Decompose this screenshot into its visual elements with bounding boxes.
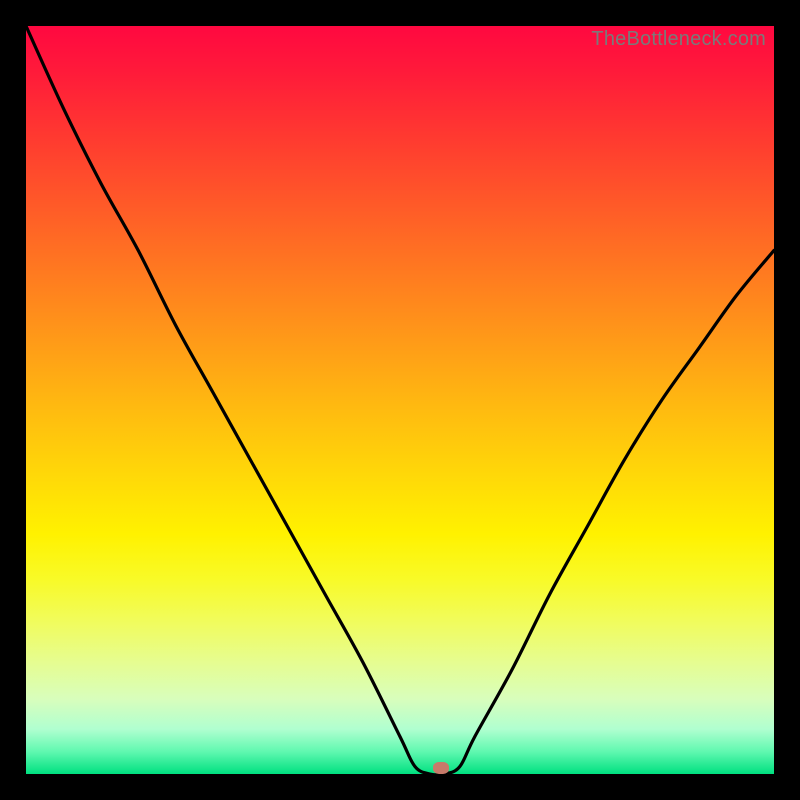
bottleneck-curve	[26, 26, 774, 774]
watermark-text: TheBottleneck.com	[591, 28, 766, 51]
chart-frame: TheBottleneck.com	[0, 0, 800, 800]
plot-area: TheBottleneck.com	[26, 26, 774, 774]
optimal-point-marker	[433, 762, 449, 774]
